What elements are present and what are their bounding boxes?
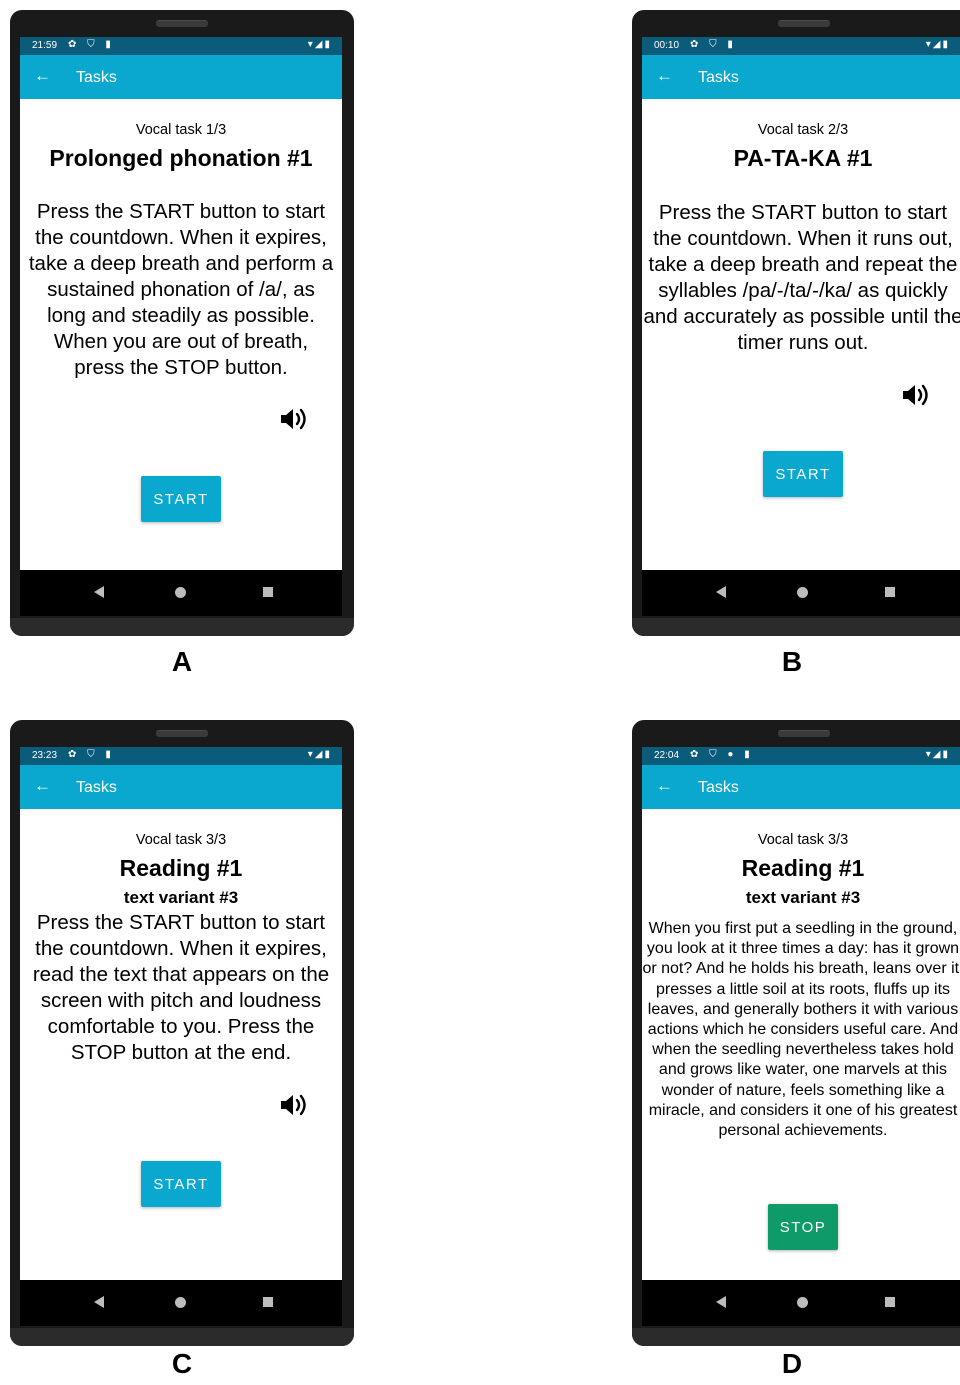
- status-notification-icons: ✿ ⛉ ▮: [690, 39, 737, 50]
- nav-back-icon[interactable]: [716, 1296, 726, 1308]
- reading-passage: When you first put a seedling in the gro…: [642, 920, 960, 1140]
- back-arrow-icon[interactable]: ←: [34, 776, 51, 796]
- phone-device: 00:10 ✿ ⛉ ▮ ▾◢▮ ← Tasks Vocal task 2/3 P…: [632, 10, 960, 636]
- phone-device: 23:23 ✿ ⛉ ▮ ▾◢▮ ← Tasks Vocal task 3/3 R…: [10, 720, 354, 1346]
- app-bar: ← Tasks: [20, 765, 342, 809]
- nav-recents-icon[interactable]: [885, 1297, 895, 1307]
- nav-recents-icon[interactable]: [263, 587, 273, 597]
- text-variant-label: text variant #3: [745, 888, 861, 907]
- nav-back-icon[interactable]: [716, 586, 726, 598]
- navigation-bar: [20, 570, 342, 616]
- status-notification-icons: ✿ ⛉ ● ▮: [690, 749, 754, 760]
- stop-button[interactable]: STOP: [768, 1204, 838, 1250]
- navigation-bar: [20, 1280, 342, 1326]
- status-bar: 00:10 ✿ ⛉ ▮ ▾◢▮: [642, 37, 960, 55]
- panel-b: 00:10 ✿ ⛉ ▮ ▾◢▮ ← Tasks Vocal task 2/3 P…: [632, 10, 960, 677]
- status-system-icons: ▾◢▮: [925, 749, 950, 760]
- app-bar-title: Tasks: [698, 779, 739, 796]
- status-system-icons: ▾◢▮: [307, 749, 332, 760]
- status-bar: 23:23 ✿ ⛉ ▮ ▾◢▮: [20, 747, 342, 765]
- start-button[interactable]: START: [141, 1161, 221, 1207]
- task-title: Prolonged phonation #1: [49, 145, 313, 171]
- task-title: Reading #1: [741, 855, 865, 881]
- nav-home-icon[interactable]: [175, 587, 186, 598]
- phone-screen: 22:04 ✿ ⛉ ● ▮ ▾◢▮ ← Tasks Vocal task 3/3…: [642, 747, 960, 1280]
- back-arrow-icon[interactable]: ←: [34, 66, 51, 86]
- earpiece: [156, 730, 208, 737]
- app-bar-title: Tasks: [76, 779, 117, 796]
- status-time: 23:23: [32, 750, 58, 761]
- app-bar-title: Tasks: [76, 69, 117, 86]
- task-title: Reading #1: [119, 855, 243, 881]
- device-chin: [10, 618, 354, 636]
- nav-home-icon[interactable]: [175, 1297, 186, 1308]
- text-variant-label: text variant #3: [123, 888, 239, 907]
- back-arrow-icon[interactable]: ←: [656, 776, 673, 796]
- panel-label: D: [781, 1348, 803, 1379]
- panel-c: 23:23 ✿ ⛉ ▮ ▾◢▮ ← Tasks Vocal task 3/3 R…: [10, 720, 354, 1385]
- status-notification-icons: ✿ ⛉ ▮: [68, 39, 115, 50]
- back-arrow-icon[interactable]: ←: [656, 66, 673, 86]
- status-bar: 22:04 ✿ ⛉ ● ▮ ▾◢▮: [642, 747, 960, 765]
- phone-device: 21:59 ✿ ⛉ ▮ ▾◢▮ ← Tasks Vocal task 1/3 P…: [10, 10, 354, 636]
- app-bar: ← Tasks: [20, 55, 342, 99]
- device-chin: [632, 618, 960, 636]
- panel-label: B: [781, 646, 803, 677]
- task-instructions: Press the START button to start the coun…: [32, 911, 330, 1064]
- status-bar: 21:59 ✿ ⛉ ▮ ▾◢▮: [20, 37, 342, 55]
- phone-device: 22:04 ✿ ⛉ ● ▮ ▾◢▮ ← Tasks Vocal task 3/3…: [632, 720, 960, 1346]
- start-button[interactable]: START: [141, 476, 221, 522]
- app-bar: ← Tasks: [642, 765, 960, 809]
- start-button[interactable]: START: [763, 451, 843, 497]
- status-system-icons: ▾◢▮: [307, 39, 332, 50]
- panel-label: C: [171, 1348, 193, 1379]
- task-title: PA-TA-KA #1: [733, 145, 873, 171]
- phone-screen: 21:59 ✿ ⛉ ▮ ▾◢▮ ← Tasks Vocal task 1/3 P…: [20, 37, 342, 570]
- task-counter: Vocal task 3/3: [757, 832, 849, 848]
- device-chin: [632, 1328, 960, 1346]
- nav-home-icon[interactable]: [797, 1297, 808, 1308]
- app-bar: ← Tasks: [642, 55, 960, 99]
- nav-back-icon[interactable]: [94, 1296, 104, 1308]
- earpiece: [156, 20, 208, 27]
- earpiece: [778, 730, 830, 737]
- status-time: 00:10: [654, 40, 680, 51]
- status-system-icons: ▾◢▮: [925, 39, 950, 50]
- navigation-bar: [642, 1280, 960, 1326]
- task-counter: Vocal task 1/3: [135, 122, 227, 138]
- task-counter: Vocal task 2/3: [757, 122, 849, 138]
- nav-recents-icon[interactable]: [263, 1297, 273, 1307]
- device-chin: [10, 1328, 354, 1346]
- status-time: 21:59: [32, 40, 58, 51]
- earpiece: [778, 20, 830, 27]
- panel-a: 21:59 ✿ ⛉ ▮ ▾◢▮ ← Tasks Vocal task 1/3 P…: [10, 10, 354, 677]
- speaker-icon[interactable]: [900, 382, 934, 408]
- nav-back-icon[interactable]: [94, 586, 104, 598]
- nav-home-icon[interactable]: [797, 587, 808, 598]
- app-bar-title: Tasks: [698, 69, 739, 86]
- task-instructions: Press the START button to start the coun…: [643, 201, 960, 354]
- speaker-icon[interactable]: [278, 1092, 312, 1118]
- phone-screen: 00:10 ✿ ⛉ ▮ ▾◢▮ ← Tasks Vocal task 2/3 P…: [642, 37, 960, 570]
- phone-screen: 23:23 ✿ ⛉ ▮ ▾◢▮ ← Tasks Vocal task 3/3 R…: [20, 747, 342, 1280]
- status-notification-icons: ✿ ⛉ ▮: [68, 749, 115, 760]
- task-counter: Vocal task 3/3: [135, 832, 227, 848]
- panel-label: A: [171, 646, 193, 677]
- nav-recents-icon[interactable]: [885, 587, 895, 597]
- speaker-icon[interactable]: [278, 406, 312, 432]
- panel-d: 22:04 ✿ ⛉ ● ▮ ▾◢▮ ← Tasks Vocal task 3/3…: [632, 720, 960, 1385]
- navigation-bar: [642, 570, 960, 616]
- task-instructions: Press the START button to start the coun…: [28, 200, 334, 379]
- status-time: 22:04: [654, 750, 680, 761]
